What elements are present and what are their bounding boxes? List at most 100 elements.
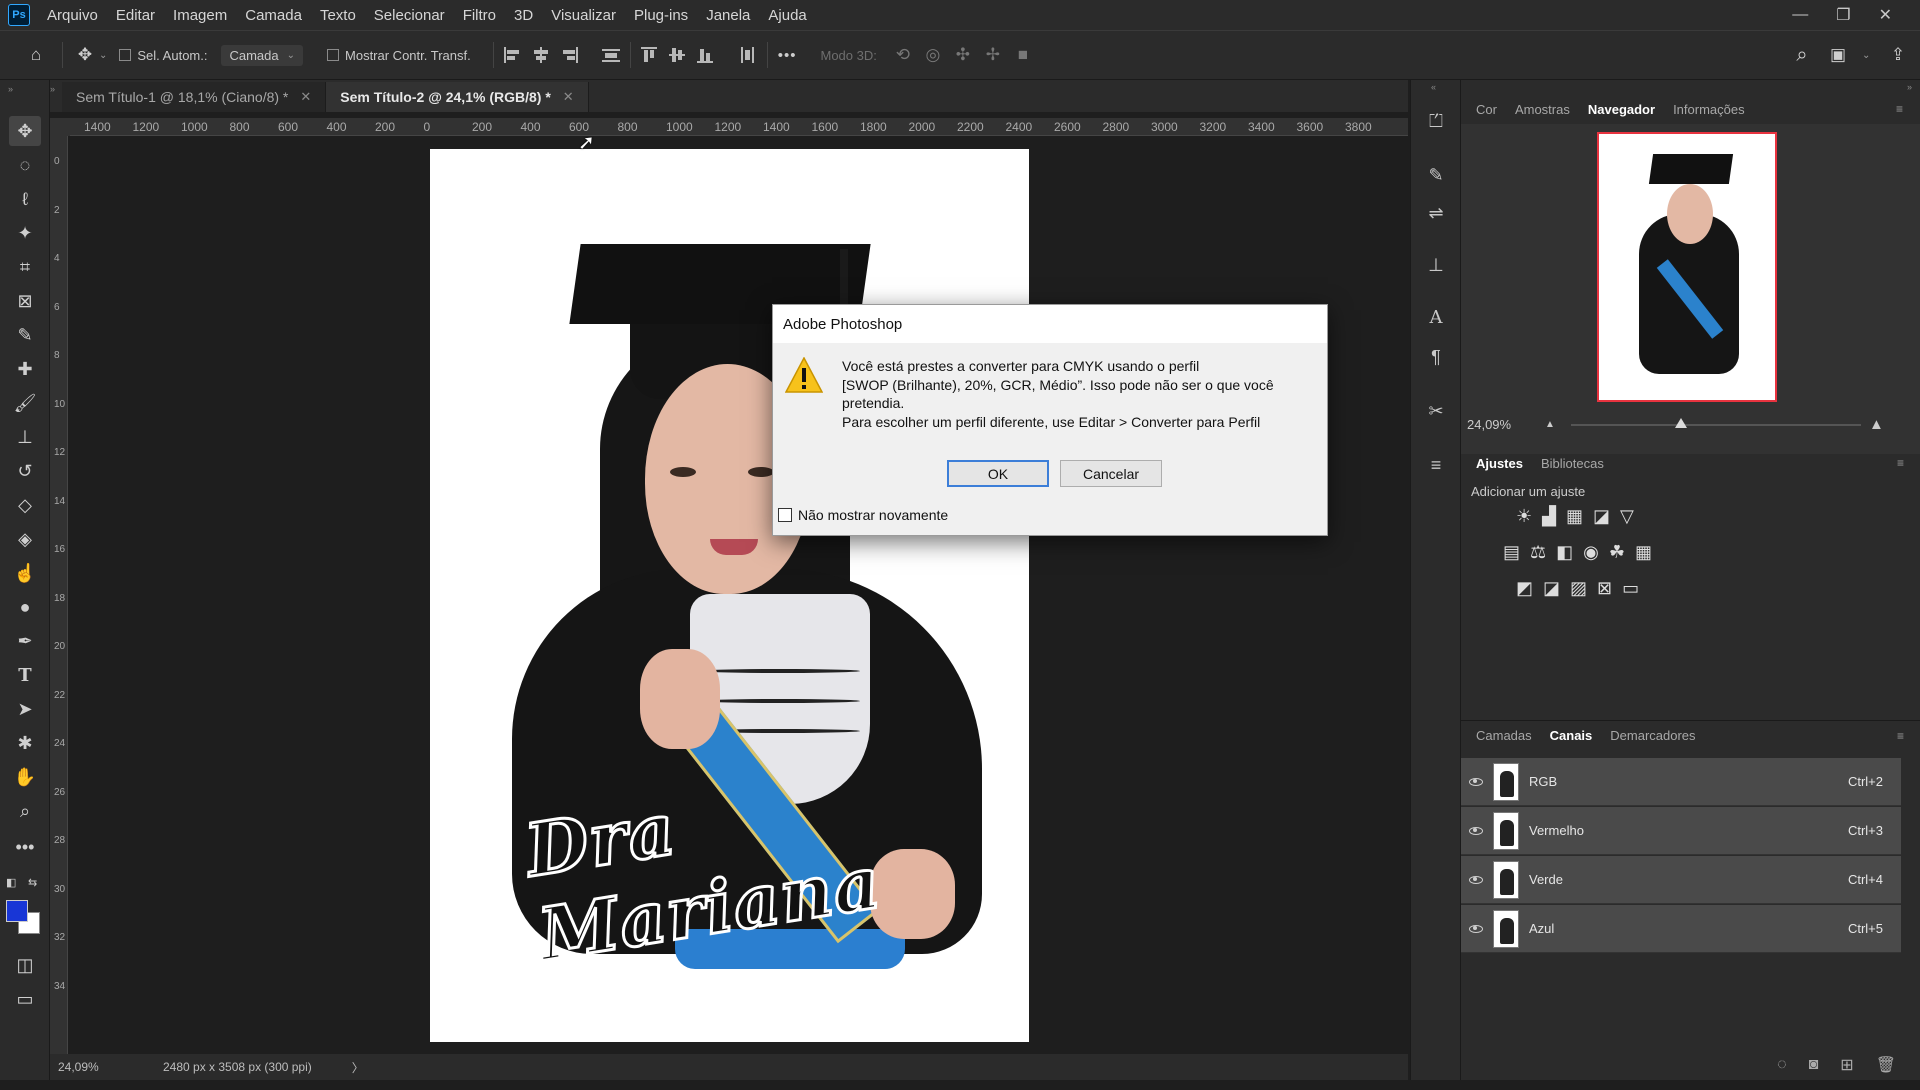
tab-demarcadores[interactable]: Demarcadores xyxy=(1601,722,1704,749)
tab-bibliotecas[interactable]: Bibliotecas xyxy=(1532,450,1613,477)
brush-settings-icon[interactable]: ✎ xyxy=(1423,162,1449,188)
roll-3d-icon[interactable]: ◎ xyxy=(921,43,945,67)
dont-show-again-option[interactable]: Não mostrar novamente xyxy=(778,507,948,523)
visibility-eye-icon[interactable] xyxy=(1469,875,1483,884)
navigator-zoom-value[interactable]: 24,09% xyxy=(1467,417,1511,432)
paint-bucket-icon[interactable]: ◈ xyxy=(9,524,41,554)
clone-source-icon[interactable]: ⊥ xyxy=(1423,252,1449,278)
dodge-icon[interactable]: ● xyxy=(9,592,41,622)
slide-3d-icon[interactable]: ✢ xyxy=(981,43,1005,67)
properties-icon[interactable]: ≡ xyxy=(1423,452,1449,478)
foreground-color-swatch[interactable] xyxy=(6,900,28,922)
minimize-icon[interactable]: — xyxy=(1792,6,1808,24)
save-selection-icon[interactable]: ◙ xyxy=(1809,1056,1819,1074)
close-icon[interactable]: ✕ xyxy=(300,89,311,105)
zoom-slider-track[interactable] xyxy=(1571,424,1861,426)
hand-icon[interactable]: ✋ xyxy=(9,762,41,792)
custom-shape-icon[interactable]: ✱ xyxy=(9,728,41,758)
type-tool-icon[interactable]: T xyxy=(9,660,41,690)
delete-icon[interactable]: 🗑 xyxy=(1876,1055,1896,1075)
cancel-button[interactable]: Cancelar xyxy=(1060,460,1162,487)
stamp-icon[interactable]: ⊥ xyxy=(9,422,41,452)
tab-navegador[interactable]: Navegador xyxy=(1579,96,1664,123)
align-right-icon[interactable] xyxy=(560,47,578,63)
align-left-icon[interactable] xyxy=(503,47,522,63)
color-lookup-icon[interactable]: ▦ xyxy=(1635,542,1652,563)
collapse-icon[interactable]: » xyxy=(1907,82,1912,92)
show-transform-checkbox[interactable] xyxy=(327,49,340,61)
more-tools-icon[interactable]: ••• xyxy=(9,832,41,862)
status-expand-icon[interactable]: 〉 xyxy=(352,1059,364,1076)
history-panel-icon[interactable]: ⏍ xyxy=(1423,108,1449,134)
threshold-icon[interactable]: ▨ xyxy=(1570,578,1587,599)
tab-camadas[interactable]: Camadas xyxy=(1467,722,1541,749)
navigator-thumbnail[interactable] xyxy=(1597,132,1777,402)
share-icon[interactable]: ⇪ xyxy=(1886,43,1910,67)
gradient-map-icon[interactable]: ▭ xyxy=(1622,578,1639,599)
search-icon[interactable]: ⌕ xyxy=(1790,43,1814,67)
eyedropper-icon[interactable]: ✎ xyxy=(9,320,41,350)
pan-3d-icon[interactable]: ✣ xyxy=(951,43,975,67)
tab-amostras[interactable]: Amostras xyxy=(1506,96,1579,123)
camera-3d-icon[interactable]: ■ xyxy=(1011,43,1035,67)
channel-row-vermelho[interactable]: Vermelho Ctrl+3 xyxy=(1461,807,1901,855)
more-options-button[interactable]: ••• xyxy=(778,47,797,64)
tool-presets-icon[interactable]: ✂ xyxy=(1423,398,1449,424)
tab-cor[interactable]: Cor xyxy=(1467,96,1506,123)
orbit-3d-icon[interactable]: ⟲ xyxy=(891,43,915,67)
zoom-slider-handle[interactable] xyxy=(1675,418,1688,428)
menu-editar[interactable]: Editar xyxy=(107,7,164,24)
color-balance-icon[interactable]: ⚖ xyxy=(1530,542,1546,563)
panel-menu-icon[interactable]: ≡ xyxy=(1888,723,1913,749)
tab-sem-titulo-1[interactable]: Sem Título-1 @ 18,1% (Ciano/8) * ✕ xyxy=(62,82,327,112)
swap-colors-icon[interactable]: ⇆ xyxy=(28,876,37,889)
visibility-eye-icon[interactable] xyxy=(1469,924,1483,933)
menu-camada[interactable]: Camada xyxy=(236,7,311,24)
ok-button[interactable]: OK xyxy=(947,460,1049,487)
quick-mask-icon[interactable]: ◫ xyxy=(9,950,41,980)
align-middle-icon[interactable] xyxy=(668,47,687,63)
adjustment-presets-icon[interactable]: ⇌ xyxy=(1423,200,1449,226)
tab-canais[interactable]: Canais xyxy=(1541,722,1602,749)
levels-icon[interactable]: ▟ xyxy=(1542,506,1556,527)
lasso-icon[interactable]: ℓ xyxy=(9,184,41,214)
curves-icon[interactable]: ▦ xyxy=(1566,506,1583,527)
collapse-icon[interactable]: » xyxy=(50,80,62,94)
menu-texto[interactable]: Texto xyxy=(311,7,365,24)
zoom-out-icon[interactable]: ▲ xyxy=(1545,419,1555,430)
paragraph-panel-icon[interactable]: ¶ xyxy=(1423,344,1449,370)
path-selection-icon[interactable]: ➤ xyxy=(9,694,41,724)
collapse-icon[interactable]: « xyxy=(1431,82,1436,92)
close-icon[interactable]: ✕ xyxy=(1879,5,1892,25)
history-brush-icon[interactable]: ↺ xyxy=(9,456,41,486)
selective-color-icon[interactable]: ⊠ xyxy=(1597,578,1612,599)
dont-show-again-checkbox[interactable] xyxy=(778,508,792,522)
menu-arquivo[interactable]: Arquivo xyxy=(38,7,107,24)
channel-row-rgb[interactable]: RGB Ctrl+2 xyxy=(1461,758,1901,806)
align-top-icon[interactable] xyxy=(640,47,659,63)
exposure-icon[interactable]: ◪ xyxy=(1593,506,1610,527)
screen-mode-icon[interactable]: ▭ xyxy=(9,984,41,1014)
load-selection-icon[interactable]: ◌ xyxy=(1777,1056,1787,1074)
vertical-ruler[interactable]: 0 2 4 6 8 10 12 14 16 18 20 22 24 26 28 30 32 34 xyxy=(50,136,68,1054)
new-channel-icon[interactable]: ⊞ xyxy=(1840,1055,1853,1075)
black-white-icon[interactable]: ◧ xyxy=(1556,542,1573,563)
invert-icon[interactable]: ◩ xyxy=(1516,578,1533,599)
menu-selecionar[interactable]: Selecionar xyxy=(365,7,454,24)
menu-3d[interactable]: 3D xyxy=(505,7,542,24)
visibility-eye-icon[interactable] xyxy=(1469,777,1483,786)
align-bottom-icon[interactable] xyxy=(696,47,715,63)
tab-sem-titulo-2[interactable]: Sem Título-2 @ 24,1% (RGB/8) * ✕ xyxy=(326,82,589,112)
home-icon[interactable]: ⌂ xyxy=(24,43,48,67)
default-colors-icon[interactable]: ◧ xyxy=(6,876,16,889)
crop-icon[interactable]: ⌗ xyxy=(9,252,41,282)
move-tool-icon[interactable]: ✥ xyxy=(9,116,41,146)
distribute-vertical-icon[interactable] xyxy=(739,47,757,63)
auto-select-checkbox[interactable] xyxy=(119,49,132,61)
distribute-icon[interactable] xyxy=(601,47,620,63)
restore-icon[interactable]: ❐ xyxy=(1836,5,1850,25)
zoom-level[interactable]: 24,09% xyxy=(58,1060,138,1074)
photoshop-logo[interactable]: Ps xyxy=(8,4,30,26)
zoom-in-icon[interactable]: ▲ xyxy=(1869,416,1884,433)
magic-wand-icon[interactable]: ✦ xyxy=(9,218,41,248)
